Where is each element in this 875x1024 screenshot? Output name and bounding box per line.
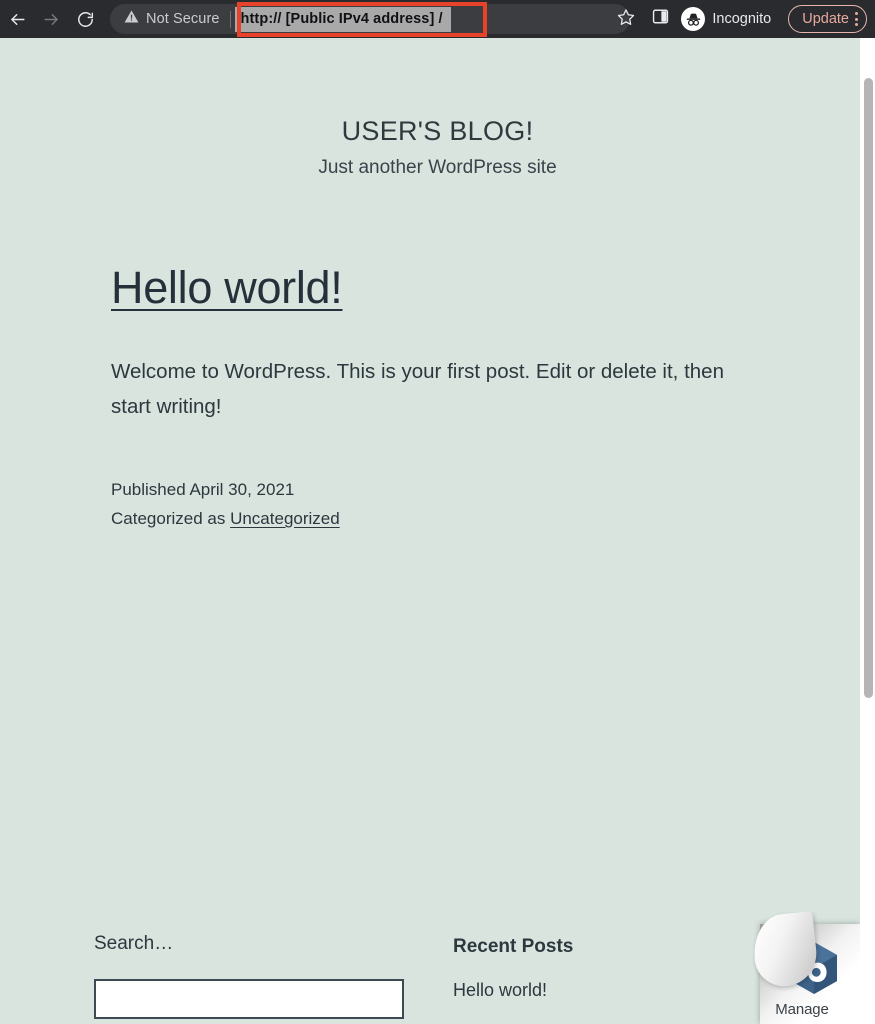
post-article: Hello world! Welcome to WordPress. This … [0, 262, 875, 533]
post-published-date: Published April 30, 2021 [111, 480, 295, 499]
search-widget: Search… [94, 933, 434, 1019]
recent-posts-list: Hello world! [453, 980, 573, 1001]
url-field-wrapper[interactable]: http:// [Public IPv4 address] / [234, 4, 630, 34]
star-icon [617, 8, 635, 31]
url-text[interactable]: http:// [Public IPv4 address] / [234, 6, 451, 32]
site-title: USER'S BLOG! [341, 116, 534, 146]
footer-widgets: Search… Recent Posts Hello world! [0, 933, 875, 1019]
recent-posts-title: Recent Posts [453, 936, 574, 957]
kebab-menu-icon[interactable] [855, 12, 858, 26]
profile-button[interactable]: Incognito [678, 4, 781, 34]
manage-banner[interactable]: Manage [748, 912, 860, 1024]
recent-posts-widget: Recent Posts Hello world! [453, 933, 573, 1019]
browser-toolbar: Not Secure http:// [Public IPv4 address]… [0, 0, 875, 38]
post-category-line: Categorized as Uncategorized [111, 504, 875, 533]
page-scrollbar-track[interactable] [860, 38, 875, 1024]
manage-banner-label: Manage [775, 1001, 829, 1018]
security-status-chip[interactable]: Not Secure [110, 9, 220, 29]
back-button[interactable] [0, 2, 34, 36]
security-status-label: Not Secure [146, 11, 220, 27]
omnibox-divider [229, 10, 231, 28]
search-label: Search… [94, 933, 174, 954]
reload-button[interactable] [68, 2, 102, 36]
profile-name-label: Incognito [712, 11, 772, 27]
page-viewport: USER'S BLOG! Just another WordPress site… [0, 38, 875, 1024]
side-panel-button[interactable] [644, 3, 676, 35]
incognito-icon [681, 7, 706, 31]
update-button[interactable]: Update [788, 5, 867, 33]
site-tagline: Just another WordPress site [318, 157, 557, 178]
post-category-prefix: Categorized as [111, 509, 231, 528]
page-scrollbar-thumb[interactable] [864, 78, 873, 698]
recent-post-link[interactable]: Hello world! [453, 980, 547, 1000]
bookmark-button[interactable] [610, 3, 642, 35]
site-header: USER'S BLOG! Just another WordPress site [0, 38, 875, 179]
toolbar-right-cluster: Incognito Update [610, 0, 867, 38]
warning-triangle-icon [124, 9, 139, 29]
post-body-text: Welcome to WordPress. This is your first… [111, 360, 724, 418]
reload-icon [76, 10, 95, 29]
forward-arrow-icon [42, 10, 61, 29]
side-panel-icon [652, 8, 669, 30]
post-category-link[interactable]: Uncategorized [230, 509, 340, 528]
forward-button[interactable] [34, 2, 68, 36]
update-button-label: Update [802, 11, 849, 27]
post-meta: Published April 30, 2021 Categorized as … [111, 475, 875, 533]
post-title-link[interactable]: Hello world! [111, 262, 343, 314]
back-arrow-icon [8, 10, 27, 29]
address-bar[interactable]: Not Secure http:// [Public IPv4 address]… [110, 4, 630, 34]
list-item: Hello world! [453, 980, 573, 1001]
search-input[interactable] [94, 979, 404, 1019]
